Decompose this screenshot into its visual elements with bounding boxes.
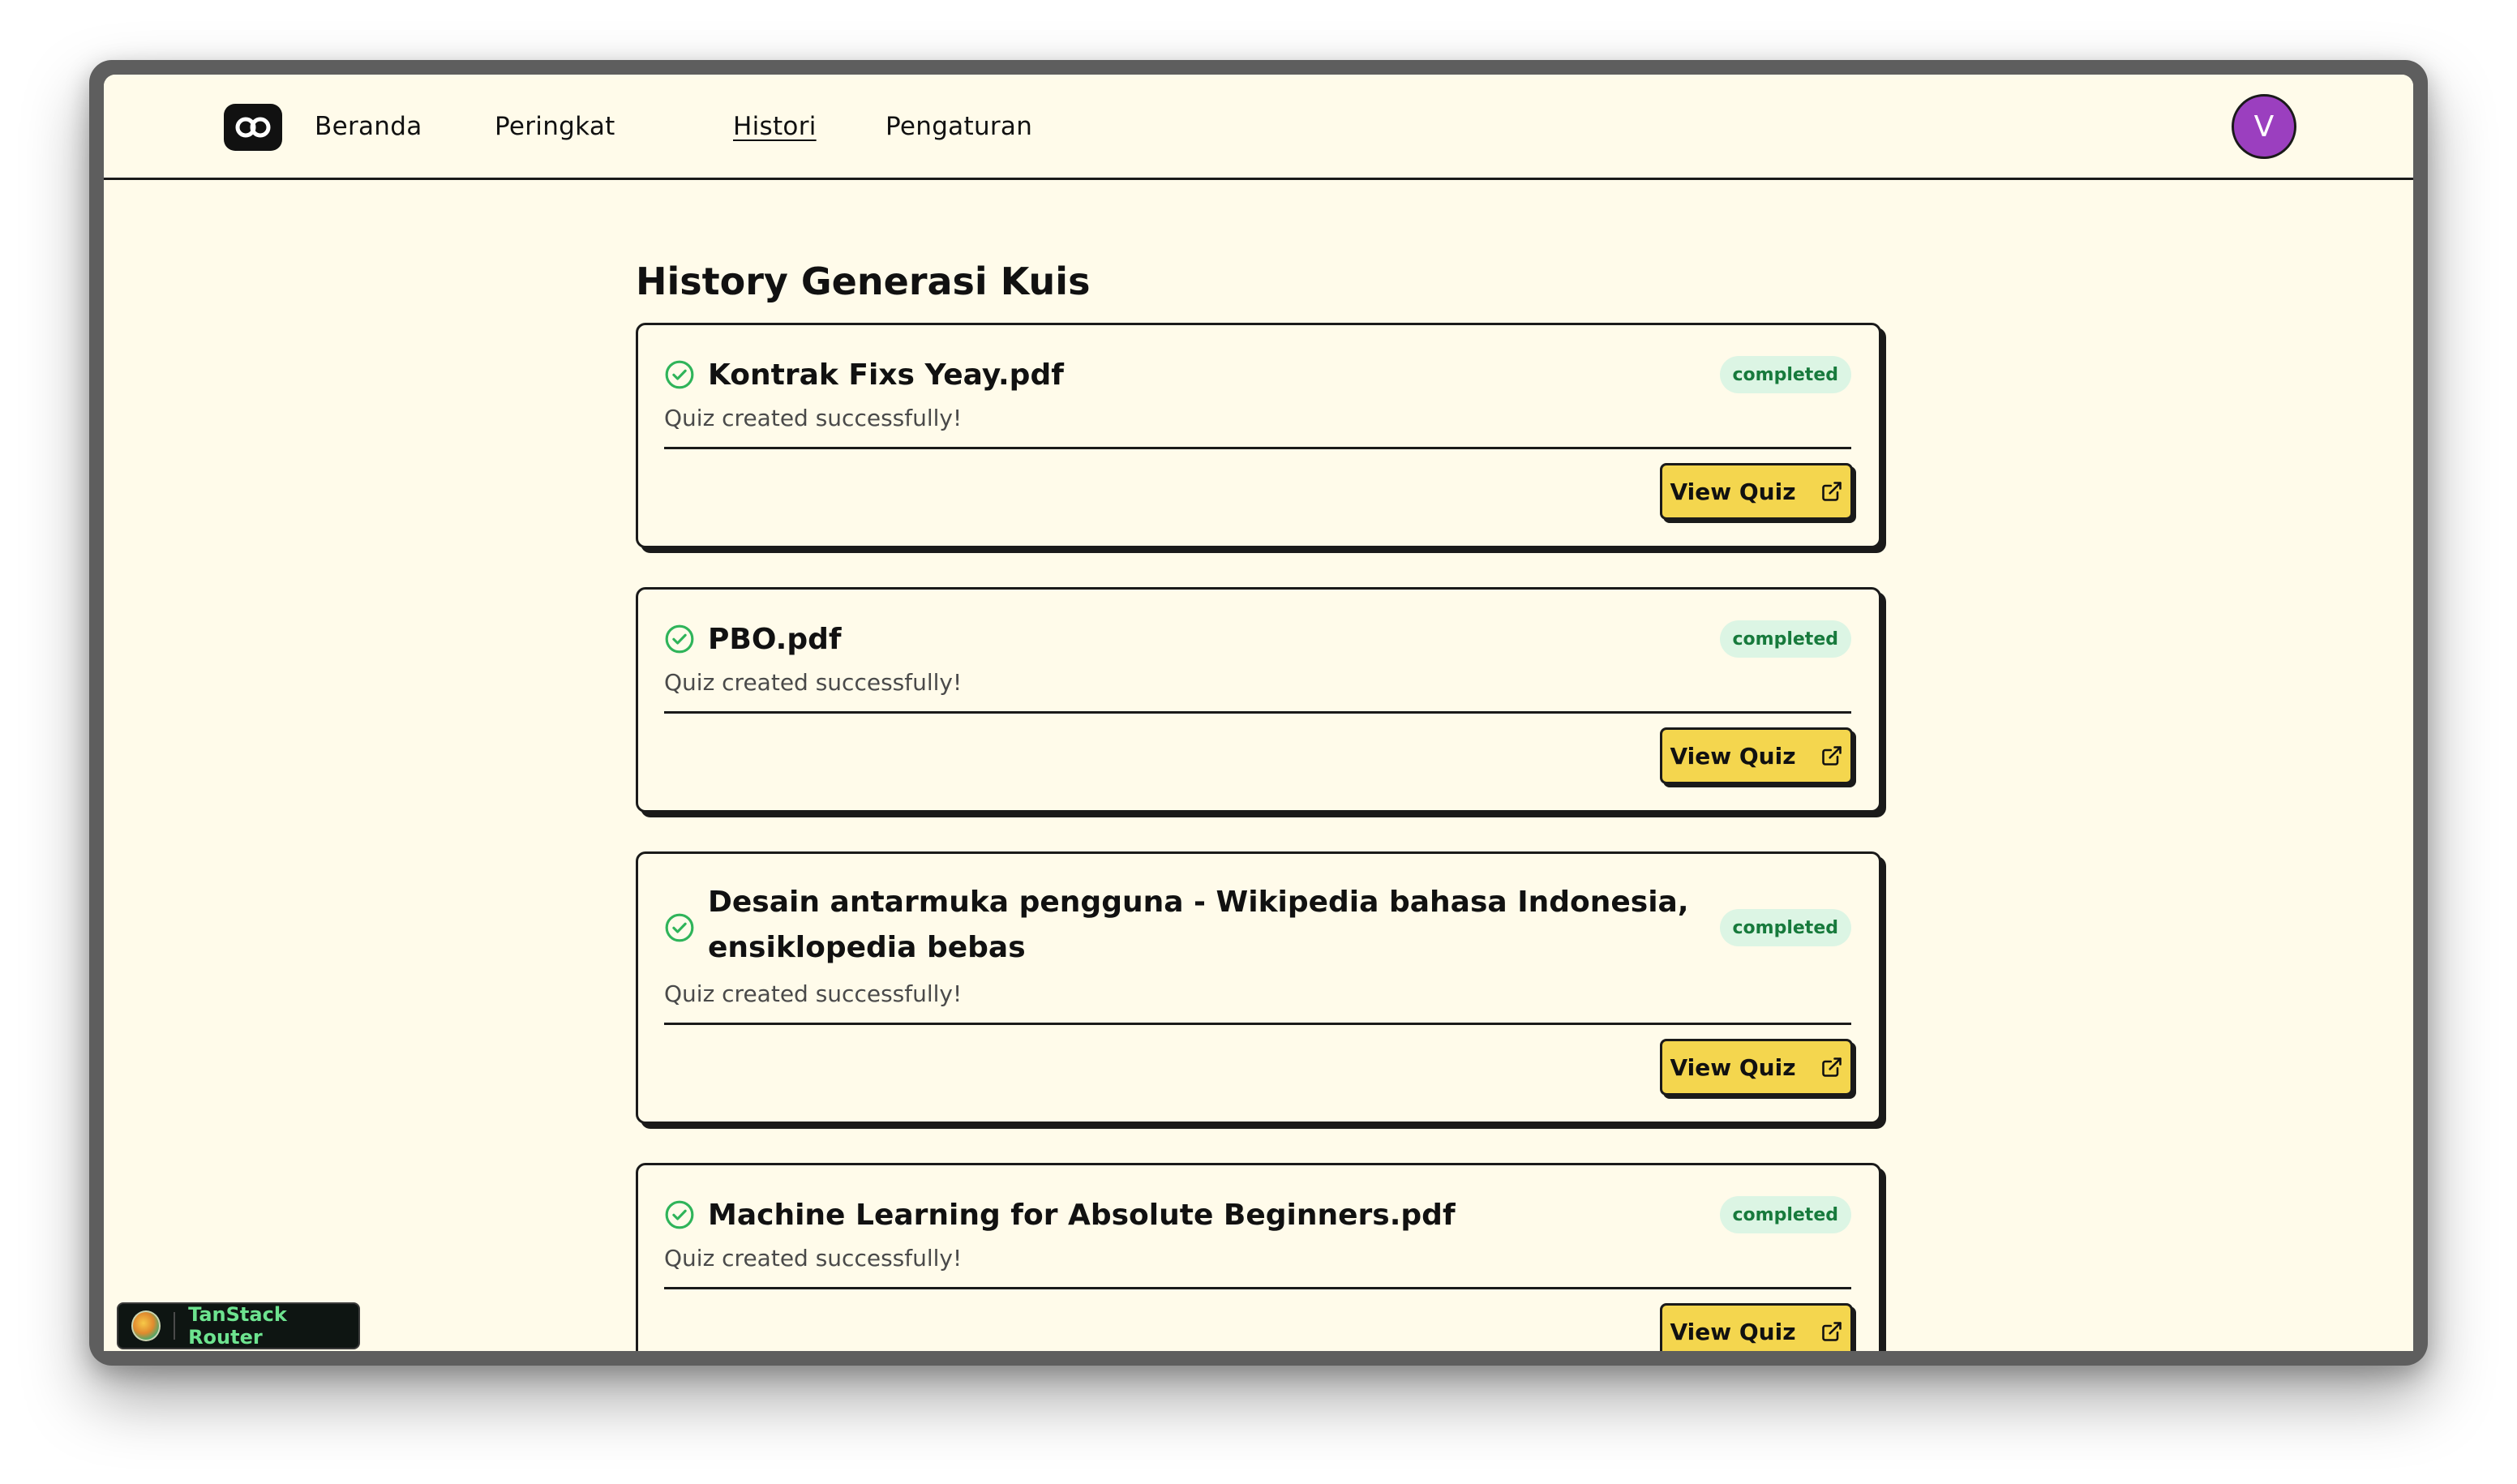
card-message: Quiz created successfully! <box>664 980 963 1007</box>
nav-link-pengaturan[interactable]: Pengaturan <box>885 112 1032 141</box>
view-quiz-label: View Quiz <box>1670 1053 1796 1081</box>
view-quiz-label: View Quiz <box>1670 742 1796 770</box>
view-quiz-button[interactable]: View Quiz <box>1660 463 1853 520</box>
browser-window: Beranda Peringkat Histori Pengaturan V H… <box>89 60 2428 1366</box>
external-link-icon <box>1821 1322 1842 1341</box>
view-quiz-button[interactable]: View Quiz <box>1660 1303 1853 1351</box>
view-quiz-button[interactable]: View Quiz <box>1660 1039 1853 1096</box>
external-link-icon <box>1821 1057 1842 1077</box>
card-title: PBO.pdf <box>708 623 842 656</box>
user-avatar[interactable]: V <box>2232 94 2296 159</box>
external-link-icon <box>1821 746 1842 766</box>
card-divider <box>664 711 1851 714</box>
status-badge: completed <box>1719 909 1851 946</box>
history-card: Kontrak Fixs Yeay.pdf completed Quiz cre… <box>636 323 1881 548</box>
card-title: Desain antarmuka pengguna - Wikipedia ba… <box>708 886 1689 964</box>
page-viewport: Beranda Peringkat Histori Pengaturan V H… <box>104 75 2413 1351</box>
top-navbar: Beranda Peringkat Histori Pengaturan V <box>104 75 2413 180</box>
check-circle-icon <box>665 913 694 942</box>
card-title: Machine Learning for Absolute Beginners.… <box>708 1199 1456 1232</box>
status-badge: completed <box>1719 620 1851 658</box>
tanstack-separator <box>174 1312 176 1340</box>
infinity-logo-icon <box>235 117 271 138</box>
card-divider <box>664 1287 1851 1289</box>
check-circle-icon <box>665 1200 694 1229</box>
card-divider <box>664 447 1851 449</box>
history-card: PBO.pdf completed Quiz created successfu… <box>636 587 1881 813</box>
check-circle-icon <box>665 624 694 654</box>
nav-link-peringkat[interactable]: Peringkat <box>495 112 615 141</box>
card-divider <box>664 1023 1851 1025</box>
view-quiz-label: View Quiz <box>1670 1318 1796 1345</box>
card-message: Quiz created successfully! <box>664 405 963 431</box>
history-card: Desain antarmuka pengguna - Wikipedia ba… <box>636 851 1881 1124</box>
tanstack-logo-icon <box>131 1310 161 1341</box>
nav-link-histori[interactable]: Histori <box>733 112 817 141</box>
view-quiz-button[interactable]: View Quiz <box>1660 727 1853 784</box>
check-circle-icon <box>665 360 694 389</box>
status-badge: completed <box>1719 356 1851 393</box>
nav-link-beranda[interactable]: Beranda <box>315 112 422 141</box>
status-badge: completed <box>1719 1196 1851 1233</box>
card-title: Kontrak Fixs Yeay.pdf <box>708 358 1064 392</box>
external-link-icon <box>1821 482 1842 501</box>
page-title: History Generasi Kuis <box>636 259 1091 303</box>
tanstack-label: TanStack Router <box>188 1303 287 1349</box>
card-message: Quiz created successfully! <box>664 669 963 696</box>
tanstack-devtools-button[interactable]: TanStack Router <box>117 1302 360 1349</box>
history-card: Machine Learning for Absolute Beginners.… <box>636 1163 1881 1351</box>
card-message: Quiz created successfully! <box>664 1245 963 1272</box>
app-logo[interactable] <box>224 104 282 151</box>
view-quiz-label: View Quiz <box>1670 478 1796 505</box>
